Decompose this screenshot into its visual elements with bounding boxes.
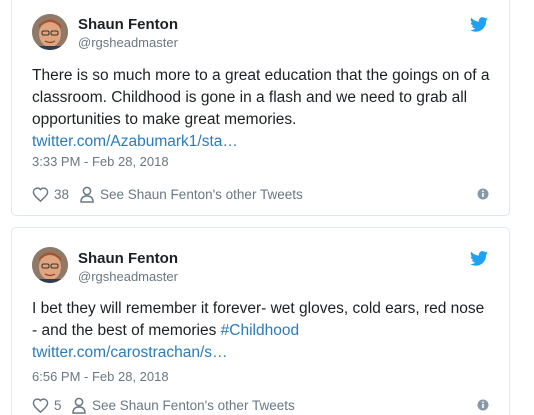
tweet-link[interactable]: twitter.com/carostrachan/s… bbox=[32, 344, 228, 361]
avatar[interactable] bbox=[32, 14, 68, 50]
tweet-link[interactable]: twitter.com/Azabumark1/sta… bbox=[32, 133, 238, 150]
timestamp[interactable]: 3:33 PM - Feb 28, 2018 bbox=[32, 154, 169, 169]
tweet-actions: 38 See Shaun Fenton's other Tweets bbox=[32, 186, 489, 204]
person-icon[interactable] bbox=[72, 397, 86, 414]
tweet-text: There is so much more to a great educati… bbox=[32, 65, 492, 153]
timestamp[interactable]: 6:56 PM - Feb 28, 2018 bbox=[32, 369, 169, 384]
twitter-bird-icon[interactable] bbox=[470, 251, 488, 266]
avatar[interactable] bbox=[32, 247, 68, 283]
tweet-card: Shaun Fenton @rgsheadmaster I bet they w… bbox=[11, 227, 510, 415]
tweet-actions: 5 See Shaun Fenton's other Tweets bbox=[32, 397, 489, 415]
author-handle[interactable]: @rgsheadmaster bbox=[78, 35, 178, 51]
other-tweets-link[interactable]: See Shaun Fenton's other Tweets bbox=[92, 398, 295, 413]
person-icon[interactable] bbox=[80, 186, 94, 203]
other-tweets-link[interactable]: See Shaun Fenton's other Tweets bbox=[100, 187, 303, 202]
author-name[interactable]: Shaun Fenton bbox=[78, 250, 178, 268]
heart-icon[interactable] bbox=[32, 186, 49, 203]
like-count[interactable]: 38 bbox=[54, 187, 69, 202]
heart-icon[interactable] bbox=[32, 397, 49, 414]
tweet-text: I bet they will remember it forever- wet… bbox=[32, 298, 492, 364]
twitter-bird-icon[interactable] bbox=[470, 17, 488, 32]
author-name[interactable]: Shaun Fenton bbox=[78, 16, 178, 34]
hashtag-link[interactable]: #Childhood bbox=[221, 322, 299, 339]
like-count[interactable]: 5 bbox=[54, 398, 62, 413]
author-handle[interactable]: @rgsheadmaster bbox=[78, 269, 178, 285]
tweet-card: Shaun Fenton @rgsheadmaster There is so … bbox=[11, 0, 510, 216]
info-icon[interactable] bbox=[477, 399, 489, 411]
info-icon[interactable] bbox=[477, 188, 489, 200]
tweet-body: There is so much more to a great educati… bbox=[32, 67, 490, 128]
